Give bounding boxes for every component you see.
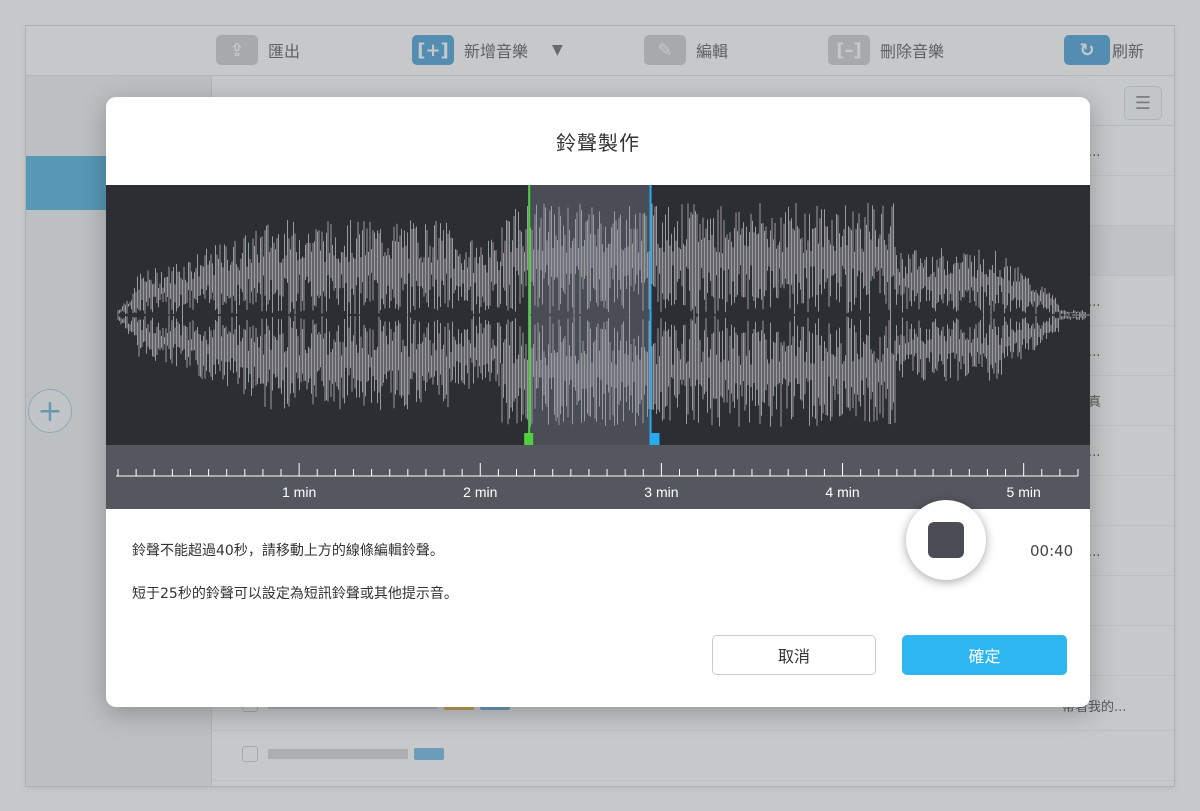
tick-label: 1 min [282, 484, 316, 500]
confirm-button[interactable]: 確定 [902, 635, 1067, 675]
cancel-button[interactable]: 取消 [712, 635, 876, 675]
short-ringtone-note: 短于25秒的鈴聲可以設定為短訊鈴聲或其他提示音。 [132, 586, 458, 602]
tick-label: 3 min [644, 484, 678, 500]
waveform-editor[interactable] [106, 185, 1090, 445]
tick-label: 2 min [463, 484, 497, 500]
waveform-canvas[interactable] [106, 185, 1090, 445]
dialog-title: 鈴聲製作 [556, 131, 640, 155]
tick-label: 4 min [825, 484, 859, 500]
start-marker-handle[interactable] [524, 433, 534, 445]
stop-button[interactable] [906, 500, 986, 580]
tick-label: 5 min [1007, 484, 1041, 500]
ringtone-duration: 00:40 [1030, 542, 1074, 560]
ringtone-maker-dialog: 鈴聲製作 1 min 2 min 3 min 4 min 5 min 鈴聲不能超過40秒… [106, 97, 1090, 707]
end-marker-handle[interactable] [649, 433, 660, 445]
stop-icon [928, 522, 964, 558]
ringtone-length-note: 鈴聲不能超過40秒，請移動上方的線條編輯鈴聲。 [132, 543, 444, 559]
